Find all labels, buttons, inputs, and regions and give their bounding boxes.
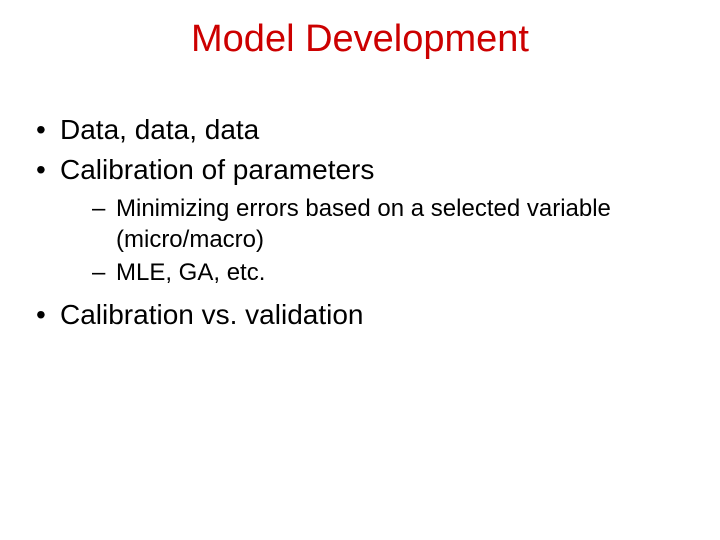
bullet-text: Calibration of parameters — [60, 154, 374, 185]
slide-title: Model Development — [0, 0, 720, 61]
slide: Model Development Data, data, data Calib… — [0, 0, 720, 540]
bullet-item: Calibration of parameters Minimizing err… — [30, 151, 690, 288]
sub-bullet-list: Minimizing errors based on a selected va… — [60, 193, 690, 289]
bullet-item: Data, data, data — [30, 111, 690, 149]
bullet-list: Data, data, data Calibration of paramete… — [30, 111, 690, 334]
sub-bullet-item: Minimizing errors based on a selected va… — [60, 193, 690, 255]
slide-body: Data, data, data Calibration of paramete… — [0, 61, 720, 334]
bullet-item: Calibration vs. validation — [30, 296, 690, 334]
sub-bullet-item: MLE, GA, etc. — [60, 257, 690, 288]
